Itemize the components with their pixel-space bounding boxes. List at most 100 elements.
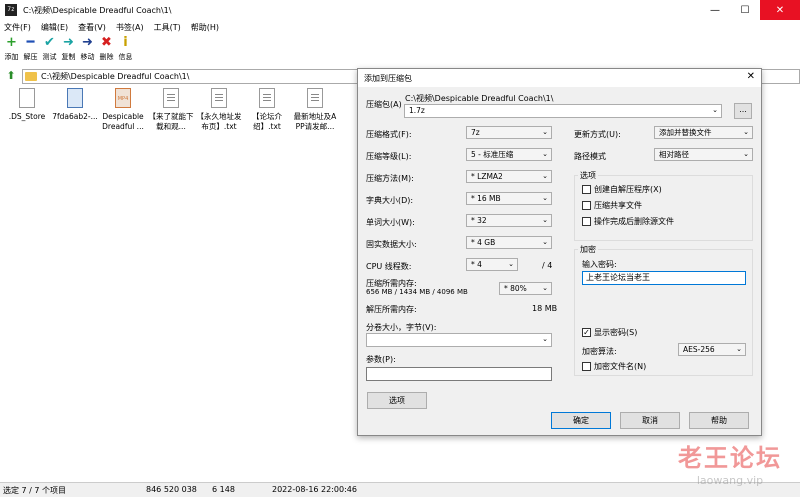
update-select[interactable]: 添加并替换文件 ⌄: [654, 126, 753, 139]
ok-button[interactable]: 确定: [551, 412, 611, 429]
toolbar-button-2[interactable]: ✔ 测试: [40, 36, 59, 66]
up-folder-icon[interactable]: ⬆: [4, 69, 18, 83]
chevron-down-icon: ⌄: [736, 345, 742, 353]
method-label: 压缩方法(M):: [366, 174, 414, 183]
path-mode-value: 相对路径: [659, 150, 689, 159]
toolbar-button-6[interactable]: i 信息: [116, 36, 135, 66]
chevron-down-icon: ⌄: [743, 150, 749, 158]
toolbar: + 添加 ━ 解压 ✔ 测试 ➜ 复制 ➜ 移动 ✖ 删除 i 信息: [0, 36, 800, 66]
checkbox-box: [582, 362, 591, 371]
dialog-title: 添加到压缩包: [364, 73, 412, 83]
text-file-icon: [259, 88, 275, 108]
solid-select[interactable]: * 4 GB ⌄: [466, 236, 552, 249]
close-button[interactable]: ✕: [760, 0, 800, 20]
file-item[interactable]: 最新地址及APP请发邮...: [292, 88, 338, 132]
browse-button[interactable]: ...: [734, 103, 752, 119]
show-password-checkbox[interactable]: ✓ 显示密码(S): [582, 327, 637, 338]
path-text: C:\视频\Despicable Dreadful Coach\1\: [41, 71, 190, 81]
archive-name-combo[interactable]: 1.7z ⌄: [404, 104, 722, 118]
watermark: 老王论坛 laowang.vip: [660, 438, 800, 487]
checkbox-box: [582, 185, 591, 194]
split-label: 分卷大小，字节(V):: [366, 323, 437, 332]
minus-icon: ━: [26, 35, 35, 50]
file-name: 7fda6ab2-...: [52, 112, 98, 121]
menu-bookmarks[interactable]: 书签(A): [116, 22, 144, 33]
menu-edit[interactable]: 编辑(E): [41, 22, 68, 33]
level-select[interactable]: 5 - 标准压缩 ⌄: [466, 148, 552, 161]
dialog-close-icon[interactable]: ✕: [747, 71, 755, 82]
cpu-total: / 4: [542, 261, 553, 270]
mem-value: 656 MB / 1434 MB / 4096 MB: [366, 288, 468, 296]
encrypt-names-label: 加密文件名(N): [594, 362, 647, 371]
format-label: 压缩格式(F):: [366, 130, 412, 139]
file-item[interactable]: 【论坛介绍】.txt: [244, 88, 290, 132]
file-item[interactable]: MP4 Despicable Dreadful ...: [100, 88, 146, 132]
encrypt-names-checkbox[interactable]: 加密文件名(N): [582, 361, 646, 372]
split-combo[interactable]: ⌄: [366, 333, 552, 347]
dict-select[interactable]: * 16 MB ⌄: [466, 192, 552, 205]
status-packed: 6 148: [212, 485, 235, 494]
enc-method-label: 加密算法:: [582, 347, 617, 356]
toolbar-label: 删除: [99, 53, 114, 61]
menu-view[interactable]: 查看(V): [78, 22, 106, 33]
file-item[interactable]: .DS_Store: [4, 88, 50, 122]
format-select[interactable]: 7z ⌄: [466, 126, 552, 139]
toolbar-button-3[interactable]: ➜ 复制: [59, 36, 78, 66]
move-arrow-icon: ➜: [82, 35, 93, 50]
video-file-icon: MP4: [115, 88, 131, 108]
test-check-icon: ✔: [44, 35, 55, 50]
delete-x-icon: ✖: [101, 35, 112, 50]
status-selection: 选定 7 / 7 个项目: [3, 486, 67, 495]
sfx-checkbox[interactable]: 创建自解压程序(X): [582, 184, 662, 195]
window-title: C:\视频\Despicable Dreadful Coach\1\: [23, 5, 172, 15]
method-value: * LZMA2: [471, 172, 503, 181]
password-label: 输入密码:: [582, 260, 617, 269]
cancel-button[interactable]: 取消: [620, 412, 680, 429]
file-item[interactable]: 【来了就能下载和观...: [148, 88, 194, 132]
menu-help[interactable]: 帮助(H): [191, 22, 219, 33]
update-label: 更新方式(U):: [574, 130, 621, 139]
checkbox-checked-icon: ✓: [582, 328, 591, 337]
minimize-button[interactable]: —: [700, 0, 730, 20]
menu-file[interactable]: 文件(F): [4, 22, 31, 33]
help-button[interactable]: 帮助: [689, 412, 749, 429]
menu-tools[interactable]: 工具(T): [154, 22, 181, 33]
file-name: 【来了就能下载和观...: [148, 112, 194, 131]
file-name: 最新地址及APP请发邮...: [293, 112, 337, 131]
plus-icon: +: [6, 35, 17, 50]
enc-method-select[interactable]: AES-256 ⌄: [678, 343, 746, 356]
toolbar-label: 解压: [23, 53, 38, 61]
method-select[interactable]: * LZMA2 ⌄: [466, 170, 552, 183]
params-input[interactable]: [366, 367, 552, 381]
checkbox-box: [582, 217, 591, 226]
file-item[interactable]: 7fda6ab2-...: [52, 88, 98, 122]
image-file-icon: [67, 88, 83, 108]
folder-icon: [25, 71, 37, 81]
7zip-app-icon: 7z: [5, 4, 17, 16]
solid-label: 固实数据大小:: [366, 240, 417, 249]
toolbar-button-0[interactable]: + 添加: [2, 36, 21, 66]
chevron-down-icon: ⌄: [542, 335, 548, 343]
enc-method-value: AES-256: [683, 345, 715, 354]
format-value: 7z: [471, 128, 480, 137]
options-group-title: 选项: [578, 170, 598, 181]
mem-percent-select[interactable]: * 80% ⌄: [499, 282, 552, 295]
toolbar-label: 信息: [118, 53, 133, 61]
options-button[interactable]: 选项: [367, 392, 427, 409]
path-mode-select[interactable]: 相对路径 ⌄: [654, 148, 753, 161]
shared-checkbox[interactable]: 压缩共享文件: [582, 200, 642, 211]
dict-value: * 16 MB: [471, 194, 501, 203]
chevron-down-icon: ⌄: [712, 106, 718, 114]
maximize-button[interactable]: ☐: [730, 0, 760, 20]
cpu-select[interactable]: * 4 ⌄: [466, 258, 518, 271]
toolbar-button-1[interactable]: ━ 解压: [21, 36, 40, 66]
toolbar-button-4[interactable]: ➜ 移动: [78, 36, 97, 66]
password-input[interactable]: 上老王论坛当老王: [582, 271, 746, 285]
sfx-label: 创建自解压程序(X): [594, 185, 662, 194]
delete-after-checkbox[interactable]: 操作完成后删除源文件: [582, 216, 674, 227]
update-value: 添加并替换文件: [659, 128, 712, 137]
decomp-label: 解压所需内存:: [366, 305, 417, 314]
toolbar-button-5[interactable]: ✖ 删除: [97, 36, 116, 66]
word-select[interactable]: * 32 ⌄: [466, 214, 552, 227]
file-item[interactable]: 【永久地址发布页】.txt: [196, 88, 242, 132]
